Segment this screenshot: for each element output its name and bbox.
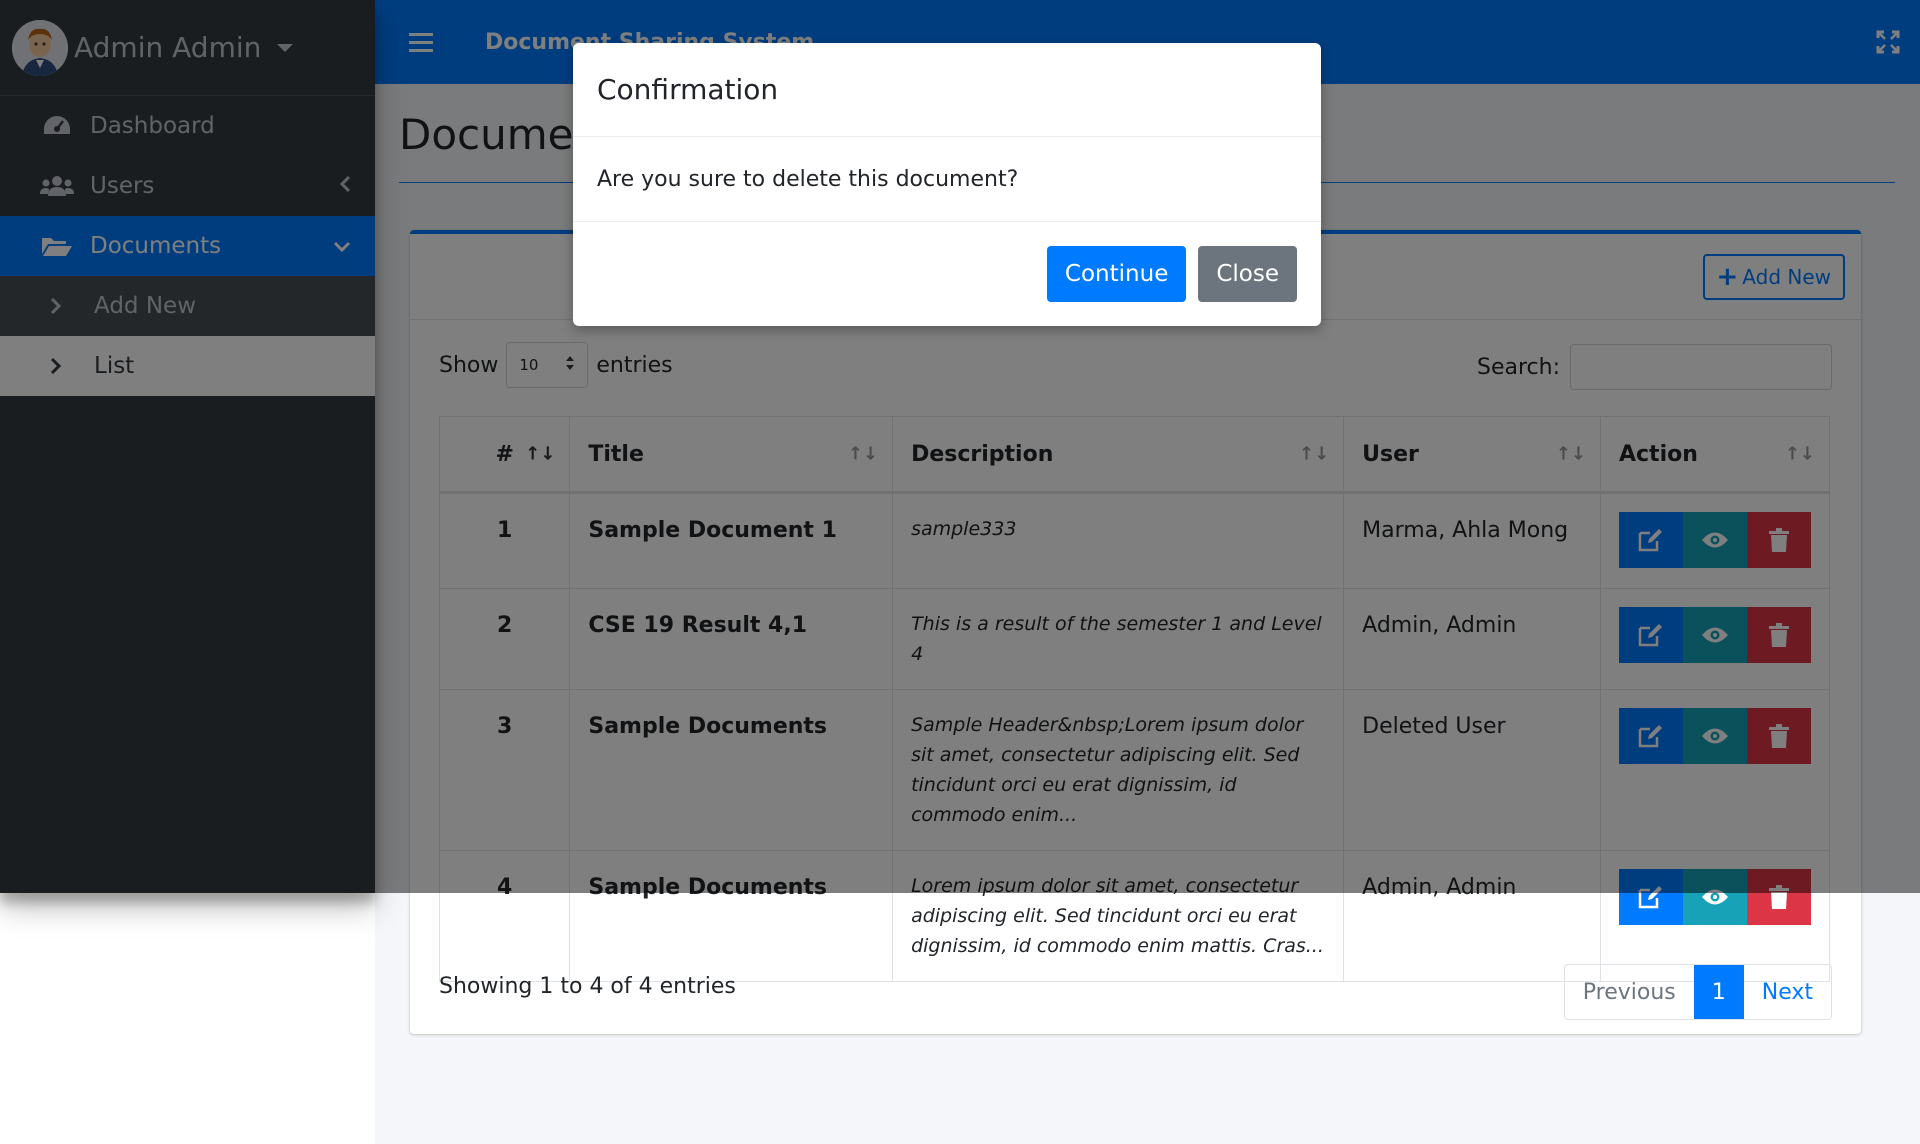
modal-footer: Continue Close <box>573 222 1321 326</box>
pagination-next[interactable]: Next <box>1744 965 1831 1019</box>
continue-button[interactable]: Continue <box>1046 246 1187 302</box>
sidebar-below-area <box>0 893 375 1144</box>
pagination: Previous 1 Next <box>1563 964 1832 1020</box>
pagination-previous[interactable]: Previous <box>1565 965 1694 1019</box>
close-button[interactable]: Close <box>1198 246 1297 302</box>
pagination-page-1[interactable]: 1 <box>1693 965 1744 1019</box>
table-info: Showing 1 to 4 of 4 entries <box>439 974 736 999</box>
modal-message: Are you sure to delete this document? <box>573 137 1321 222</box>
confirmation-modal: Confirmation Are you sure to delete this… <box>573 43 1321 326</box>
modal-title: Confirmation <box>573 43 1321 137</box>
